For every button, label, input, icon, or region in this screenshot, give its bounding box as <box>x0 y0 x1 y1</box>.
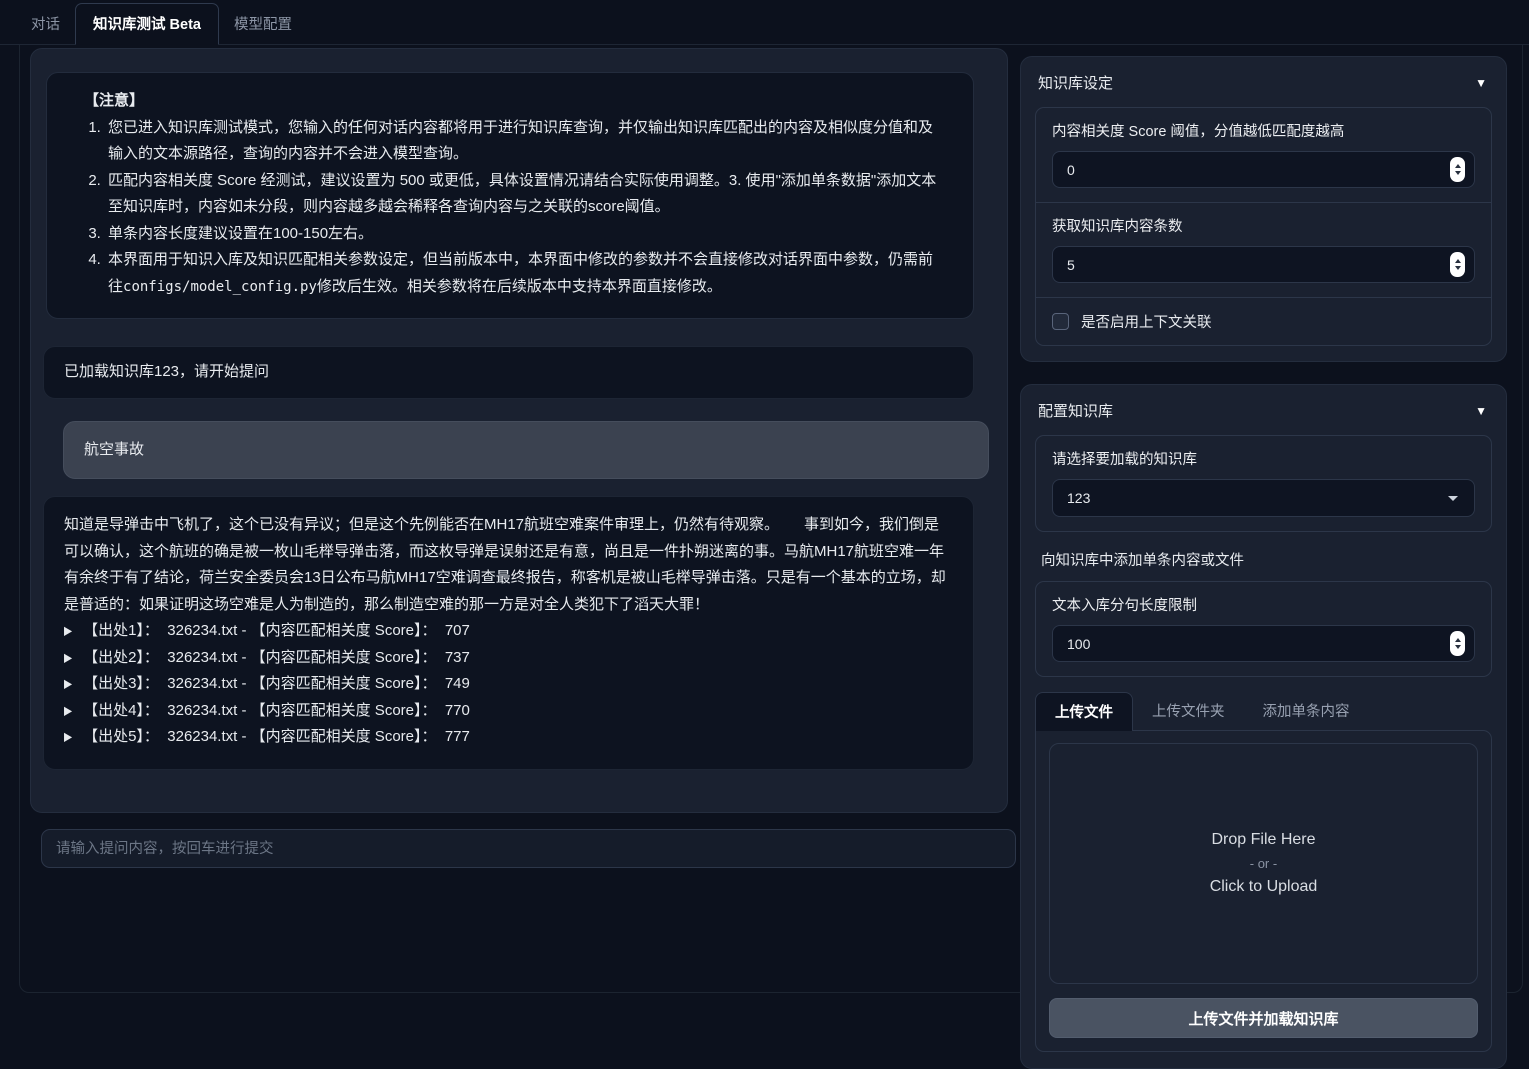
notice-item: 匹配内容相关度 Score 经测试，建议设置为 500 或更低，具体设置情况请结… <box>105 168 947 221</box>
spinner-up-icon <box>1455 259 1461 263</box>
source-expander[interactable]: ▶ 【出处5】： 326234.txt - 【内容匹配相关度 Score】： 7… <box>64 724 953 751</box>
notice-item-code: configs/model_config.py <box>123 279 317 295</box>
bot-message-text: 知道是导弹击中飞机了，这个已没有异议；但是这个先例能否在MH17航班空难案件审理… <box>64 512 953 618</box>
sentence-limit-block: 文本入库分句长度限制 <box>1036 582 1491 676</box>
bot-message-text: 已加载知识库123，请开始提问 <box>64 363 269 380</box>
kb-select-dropdown[interactable]: 123 <box>1052 479 1475 517</box>
source-label: 【出处5】： 326234.txt - 【内容匹配相关度 Score】： 777 <box>83 724 470 751</box>
source-label: 【出处3】： 326234.txt - 【内容匹配相关度 Score】： 749 <box>83 671 470 698</box>
source-expander[interactable]: ▶ 【出处3】： 326234.txt - 【内容匹配相关度 Score】： 7… <box>64 671 953 698</box>
left-column: 【注意】 您已进入知识库测试模式，您输入的任何对话内容都将用于进行知识库查询，并… <box>30 47 1008 992</box>
topk-label: 获取知识库内容条数 <box>1052 215 1475 236</box>
kb-settings-header[interactable]: 知识库设定 ▼ <box>1021 57 1506 105</box>
notice-title: 【注意】 <box>67 88 947 115</box>
main-tabbar: 对话 知识库测试 Beta 模型配置 <box>0 0 1529 45</box>
kb-settings-form: 内容相关度 Score 阈值，分值越低匹配度越高 获取知识库内容条数 <box>1035 107 1492 346</box>
expand-arrow-icon: ▶ <box>64 722 72 752</box>
tab-upload-file[interactable]: 上传文件 <box>1035 692 1133 731</box>
notice-item: 本界面用于知识入库及知识匹配相关参数设定，但当前版本中，本界面中修改的参数并不会… <box>105 247 947 300</box>
sentence-limit-label: 文本入库分句长度限制 <box>1052 594 1475 615</box>
notice-item: 单条内容长度建议设置在100-150左右。 <box>105 221 947 248</box>
kb-select-block: 请选择要加载的知识库 123 <box>1036 436 1491 531</box>
score-threshold-input[interactable] <box>1052 151 1475 188</box>
number-spinner[interactable] <box>1450 157 1465 182</box>
file-drop-area[interactable]: Drop File Here - or - Click to Upload <box>1049 743 1478 984</box>
source-expander[interactable]: ▶ 【出处1】： 326234.txt - 【内容匹配相关度 Score】： 7… <box>64 618 953 645</box>
or-text: - or - <box>1250 856 1277 871</box>
notice-list: 您已进入知识库测试模式，您输入的任何对话内容都将用于进行知识库查询，并仅输出知识… <box>67 115 947 301</box>
chat-panel: 【注意】 您已进入知识库测试模式，您输入的任何对话内容都将用于进行知识库查询，并… <box>30 48 1008 813</box>
source-label: 【出处4】： 326234.txt - 【内容匹配相关度 Score】： 770 <box>83 698 470 725</box>
notice-item: 您已进入知识库测试模式，您输入的任何对话内容都将用于进行知识库查询，并仅输出知识… <box>105 115 947 168</box>
source-expander[interactable]: ▶ 【出处2】： 326234.txt - 【内容匹配相关度 Score】： 7… <box>64 645 953 672</box>
user-message-text: 航空事故 <box>84 441 144 458</box>
source-label: 【出处2】： 326234.txt - 【内容匹配相关度 Score】： 737 <box>83 645 470 672</box>
score-threshold-label: 内容相关度 Score 阈值，分值越低匹配度越高 <box>1052 120 1475 141</box>
kb-config-title: 配置知识库 <box>1038 400 1113 421</box>
bot-message: 已加载知识库123，请开始提问 <box>43 346 974 399</box>
user-message: 航空事故 <box>63 421 989 480</box>
spinner-down-icon <box>1455 266 1461 270</box>
topk-block: 获取知识库内容条数 <box>1036 202 1491 297</box>
add-content-section-label: 向知识库中添加单条内容或文件 <box>1041 549 1486 570</box>
context-link-checkbox[interactable] <box>1052 313 1069 330</box>
spinner-down-icon <box>1455 171 1461 175</box>
context-link-label: 是否启用上下文关联 <box>1081 311 1212 332</box>
upload-and-load-kb-button[interactable]: 上传文件并加载知识库 <box>1049 998 1478 1038</box>
spinner-up-icon <box>1455 638 1461 642</box>
source-expander[interactable]: ▶ 【出处4】： 326234.txt - 【内容匹配相关度 Score】： 7… <box>64 698 953 725</box>
topk-input[interactable] <box>1052 246 1475 283</box>
dropdown-caret-icon <box>1448 496 1458 501</box>
upload-tabbar: 上传文件 上传文件夹 添加单条内容 <box>1035 692 1492 730</box>
kb-settings-accordion: 知识库设定 ▼ 内容相关度 Score 阈值，分值越低匹配度越高 获取知识库内容 <box>1020 56 1507 362</box>
kb-select-group: 请选择要加载的知识库 123 <box>1035 435 1492 532</box>
collapse-arrow-icon: ▼ <box>1475 404 1487 418</box>
context-link-checkbox-row[interactable]: 是否启用上下文关联 <box>1036 297 1491 345</box>
kb-select-label: 请选择要加载的知识库 <box>1052 448 1475 469</box>
kb-settings-title: 知识库设定 <box>1038 72 1113 93</box>
score-threshold-block: 内容相关度 Score 阈值，分值越低匹配度越高 <box>1036 108 1491 202</box>
kb-config-header[interactable]: 配置知识库 ▼ <box>1021 385 1506 433</box>
sentence-limit-input[interactable] <box>1052 625 1475 662</box>
spinner-down-icon <box>1455 645 1461 649</box>
drop-file-text: Drop File Here <box>1211 831 1315 849</box>
click-to-upload-text: Click to Upload <box>1210 878 1318 896</box>
right-column: 知识库设定 ▼ 内容相关度 Score 阈值，分值越低匹配度越高 获取知识库内容 <box>1020 47 1507 992</box>
collapse-arrow-icon: ▼ <box>1475 76 1487 90</box>
expand-arrow-icon: ▶ <box>64 669 72 699</box>
source-label: 【出处1】： 326234.txt - 【内容匹配相关度 Score】： 707 <box>83 618 470 645</box>
notice-box: 【注意】 您已进入知识库测试模式，您输入的任何对话内容都将用于进行知识库查询，并… <box>46 72 974 319</box>
notice-item-text: 修改后生效。相关参数将在后续版本中支持本界面直接修改。 <box>317 278 722 295</box>
number-spinner[interactable] <box>1450 631 1465 656</box>
query-input[interactable] <box>41 829 1016 868</box>
spinner-up-icon <box>1455 164 1461 168</box>
kb-config-accordion: 配置知识库 ▼ 请选择要加载的知识库 123 向知识库中添加单条内容或文件 文本… <box>1020 384 1507 1069</box>
tab-add-single-content[interactable]: 添加单条内容 <box>1244 692 1369 730</box>
sentence-limit-group: 文本入库分句长度限制 <box>1035 581 1492 677</box>
kb-select-value: 123 <box>1067 490 1090 506</box>
tab-kb-test[interactable]: 知识库测试 Beta <box>75 3 219 45</box>
bot-message: 知道是导弹击中飞机了，这个已没有异议；但是这个先例能否在MH17航班空难案件审理… <box>43 496 974 770</box>
tab-chat[interactable]: 对话 <box>16 4 75 44</box>
expand-arrow-icon: ▶ <box>64 616 72 646</box>
tab-upload-folder[interactable]: 上传文件夹 <box>1133 692 1244 730</box>
query-input-row <box>41 829 1005 868</box>
tab-model-config[interactable]: 模型配置 <box>219 4 307 44</box>
number-spinner[interactable] <box>1450 252 1465 277</box>
kb-test-tab-content: 【注意】 您已进入知识库测试模式，您输入的任何对话内容都将用于进行知识库查询，并… <box>19 45 1523 993</box>
